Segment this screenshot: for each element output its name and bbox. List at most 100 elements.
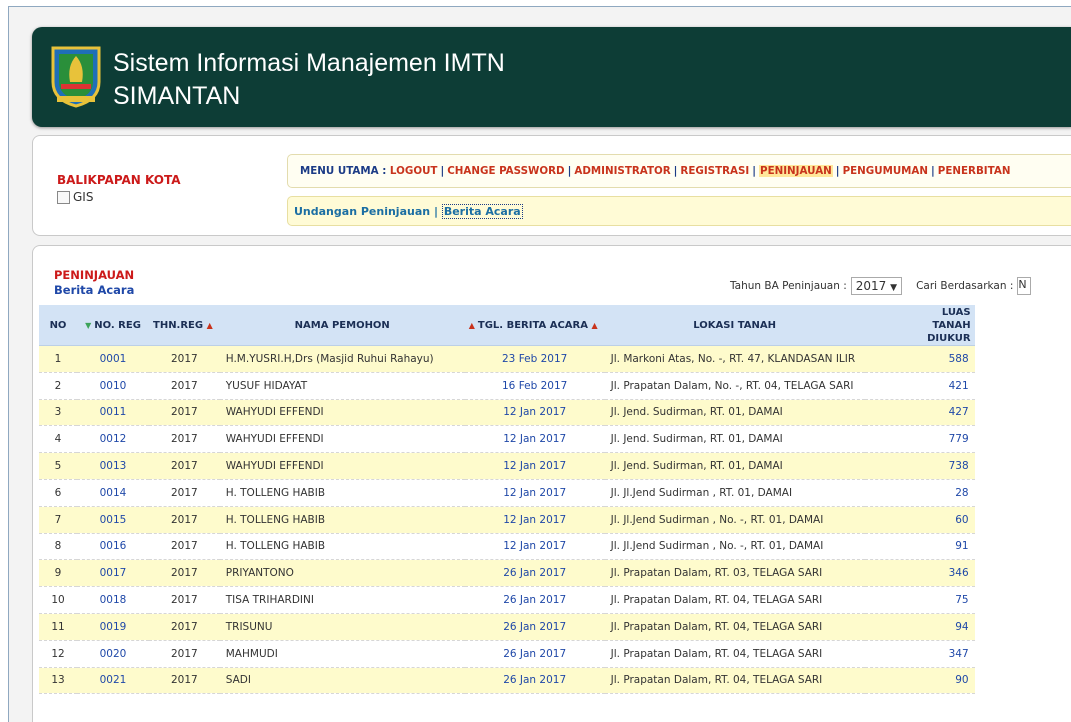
table-row: 12 0020 2017 MAHMUDI 26 Jan 2017 Jl. Prapatan… — [39, 640, 975, 668]
cell-no-reg-link[interactable]: 0016 — [77, 533, 149, 561]
cell-tgl-berita-acara-link[interactable]: 12 Jan 2017 — [464, 479, 605, 507]
cell-no-reg-link[interactable]: 0021 — [77, 667, 149, 695]
cell-nama-pemohon: H.M.YUSRI.H,Drs (Masjid Ruhui Rahayu) — [219, 345, 465, 373]
menu-item-administrator[interactable]: ADMINISTRATOR — [574, 165, 670, 177]
cell-no-reg-link[interactable]: 0017 — [77, 559, 149, 588]
cell-no-reg-link[interactable]: 0015 — [77, 506, 149, 534]
cell-tgl-berita-acara-link[interactable]: 26 Jan 2017 — [464, 667, 605, 695]
col-header-lokasi-tanah[interactable]: LOKASI TANAH — [604, 305, 865, 346]
cell-luas-tanah: 346 — [864, 559, 975, 588]
search-by-label: Cari Berdasarkan : — [916, 280, 1014, 292]
cell-no-reg-link[interactable]: 0014 — [77, 479, 149, 507]
table-row: 2 0010 2017 YUSUF HIDAYAT 16 Feb 2017 Jl. Pra… — [39, 372, 975, 400]
col-header-thn-reg[interactable]: THN.REG ▲ — [149, 305, 220, 346]
city-label: BALIKPAPAN KOTA — [57, 173, 181, 187]
cell-no-reg-link[interactable]: 0013 — [77, 452, 149, 480]
cell-no: 4 — [39, 425, 77, 454]
cell-no-reg-link[interactable]: 0010 — [77, 372, 149, 400]
cell-tgl-berita-acara-link[interactable]: 16 Feb 2017 — [464, 372, 605, 400]
header-banner: Sistem Informasi Manajemen IMTN SIMANTAN — [32, 27, 1071, 127]
cell-no-reg-link[interactable]: 0011 — [77, 399, 149, 427]
cell-tgl-berita-acara-link[interactable]: 12 Jan 2017 — [464, 533, 605, 561]
section-subtitle: Berita Acara — [54, 283, 135, 297]
gis-checkbox[interactable] — [57, 190, 70, 204]
cell-nama-pemohon: TISA TRIHARDINI — [219, 586, 465, 614]
cell-luas-tanah: 779 — [864, 425, 975, 454]
menu-item-logout[interactable]: LOGOUT — [390, 165, 438, 177]
cell-tgl-berita-acara-link[interactable]: 12 Jan 2017 — [464, 506, 605, 534]
cell-no-reg-link[interactable]: 0020 — [77, 640, 149, 668]
cell-no: 6 — [39, 479, 77, 507]
col-header-no[interactable]: NO — [39, 305, 77, 346]
cell-lokasi-tanah: Jl. Jl.Jend Sudirman , No. -, RT. 01, DA… — [604, 506, 865, 534]
cell-tgl-berita-acara-link[interactable]: 26 Jan 2017 — [464, 613, 605, 641]
cell-no: 5 — [39, 452, 77, 480]
cell-luas-tanah: 738 — [864, 452, 975, 480]
cell-tgl-berita-acara-link[interactable]: 12 Jan 2017 — [464, 452, 605, 480]
col-header-nama-pemohon[interactable]: NAMA PEMOHON — [219, 305, 465, 346]
city-emblem-icon — [51, 46, 101, 108]
submenu-item-undangan-peninjauan[interactable]: Undangan Peninjauan — [294, 205, 430, 218]
cell-lokasi-tanah: Jl. Prapatan Dalam, RT. 04, TELAGA SARI — [604, 586, 865, 614]
cell-luas-tanah: 421 — [864, 372, 975, 400]
cell-nama-pemohon: WAHYUDI EFFENDI — [219, 425, 465, 454]
gis-toggle[interactable]: GIS — [57, 190, 93, 204]
col-header-no-reg[interactable]: ▼ NO. REG — [77, 305, 149, 346]
cell-tgl-berita-acara-link[interactable]: 23 Feb 2017 — [464, 345, 605, 373]
cell-lokasi-tanah: Jl. Markoni Atas, No. -, RT. 47, KLANDAS… — [604, 345, 865, 373]
gis-label: GIS — [73, 190, 94, 204]
cell-lokasi-tanah: Jl. Jl.Jend Sudirman , RT. 01, DAMAI — [604, 479, 865, 507]
cell-luas-tanah: 588 — [864, 345, 975, 373]
cell-thn-reg: 2017 — [149, 640, 220, 668]
cell-tgl-berita-acara-link[interactable]: 26 Jan 2017 — [464, 640, 605, 668]
submenu-item-berita-acara[interactable]: Berita Acara — [441, 204, 523, 219]
cell-thn-reg: 2017 — [149, 479, 220, 507]
berita-acara-table: NO ▼ NO. REG THN.REG ▲ NAMA PEMOHON ▲ TGL.… — [39, 305, 975, 695]
menu-item-change-password[interactable]: CHANGE PASSWORD — [447, 165, 564, 177]
cell-luas-tanah: 75 — [864, 586, 975, 614]
cell-tgl-berita-acara-link[interactable]: 26 Jan 2017 — [464, 559, 605, 588]
cell-lokasi-tanah: Jl. Jend. Sudirman, RT. 01, DAMAI — [604, 425, 865, 454]
year-select[interactable]: 2017 ▼ — [850, 277, 903, 295]
cell-thn-reg: 2017 — [149, 586, 220, 614]
table-row: 1 0001 2017 H.M.YUSRI.H,Drs (Masjid Ruhui R… — [39, 345, 975, 373]
filter-bar: Tahun BA Peninjauan : 2017 ▼ Cari Berdas… — [730, 277, 1032, 295]
menu-item-penerbitan[interactable]: PENERBITAN — [938, 165, 1011, 177]
cell-tgl-berita-acara-link[interactable]: 26 Jan 2017 — [464, 586, 605, 614]
cell-no: 12 — [39, 640, 77, 668]
sort-asc-icon: ▲ — [206, 320, 213, 330]
menu-item-peninjauan[interactable]: PENINJAUAN — [759, 165, 833, 177]
cell-no: 8 — [39, 533, 77, 561]
main-menu: MENU UTAMA : LOGOUT | CHANGE PASSWORD | ADMI… — [287, 154, 1071, 188]
table-row: 4 0012 2017 WAHYUDI EFFENDI 12 Jan 2017 Jl. J… — [39, 425, 975, 454]
col-header-luas-tanah[interactable]: LUAS TANAH DIUKUR — [864, 305, 975, 346]
col-header-tgl-berita-acara[interactable]: ▲ TGL. BERITA ACARA ▲ — [464, 305, 605, 346]
cell-tgl-berita-acara-link[interactable]: 12 Jan 2017 — [464, 425, 605, 454]
cell-thn-reg: 2017 — [149, 613, 220, 641]
menu-item-registrasi[interactable]: REGISTRASI — [680, 165, 749, 177]
search-by-field[interactable]: N — [1017, 277, 1032, 295]
menu-item-pengumuman[interactable]: PENGUMUMAN — [843, 165, 928, 177]
sort-asc-icon: ▲ — [591, 320, 598, 330]
section-title: PENINJAUAN — [54, 268, 135, 282]
table-row: 10 0018 2017 TISA TRIHARDINI 26 Jan 2017 Jl. … — [39, 586, 975, 614]
cell-no-reg-link[interactable]: 0012 — [77, 425, 149, 454]
cell-no-reg-link[interactable]: 0019 — [77, 613, 149, 641]
cell-nama-pemohon: TRISUNU — [219, 613, 465, 641]
cell-nama-pemohon: PRIYANTONO — [219, 559, 465, 588]
cell-nama-pemohon: SADI — [219, 667, 465, 695]
chevron-down-icon: ▼ — [890, 283, 898, 293]
cell-luas-tanah: 347 — [864, 640, 975, 668]
cell-lokasi-tanah: Jl. Jl.Jend Sudirman , No. -, RT. 01, DA… — [604, 533, 865, 561]
cell-no-reg-link[interactable]: 0018 — [77, 586, 149, 614]
cell-tgl-berita-acara-link[interactable]: 12 Jan 2017 — [464, 399, 605, 427]
cell-no: 11 — [39, 613, 77, 641]
cell-no: 10 — [39, 586, 77, 614]
cell-no-reg-link[interactable]: 0001 — [77, 345, 149, 373]
cell-lokasi-tanah: Jl. Jend. Sudirman, RT. 01, DAMAI — [604, 452, 865, 480]
cell-thn-reg: 2017 — [149, 559, 220, 588]
cell-luas-tanah: 427 — [864, 399, 975, 427]
year-filter-label: Tahun BA Peninjauan : — [730, 280, 847, 292]
cell-luas-tanah: 91 — [864, 533, 975, 561]
cell-luas-tanah: 94 — [864, 613, 975, 641]
